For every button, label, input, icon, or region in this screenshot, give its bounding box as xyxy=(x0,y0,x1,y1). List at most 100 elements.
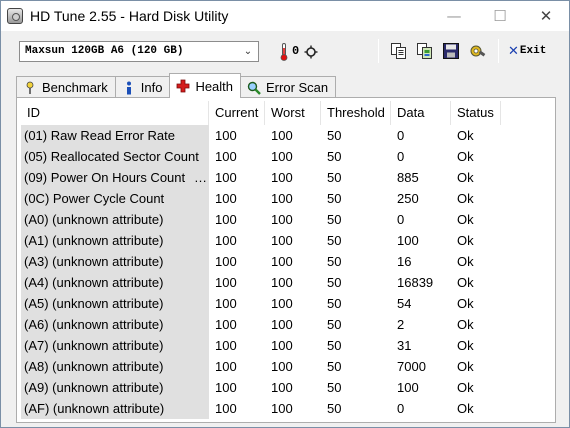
attribute-current: 100 xyxy=(215,254,237,269)
tab-health-label: Health xyxy=(195,78,234,94)
attribute-current: 100 xyxy=(215,380,237,395)
attribute-status: Ok xyxy=(457,317,474,332)
attribute-worst: 100 xyxy=(271,191,293,206)
table-row[interactable]: (05) Reallocated Sector Count 100 100 50… xyxy=(21,146,551,167)
temperature-value: 0 xyxy=(292,44,300,58)
table-row[interactable]: (AF) (unknown attribute) 100 100 50 0 Ok xyxy=(21,398,551,419)
attribute-threshold: 50 xyxy=(327,170,342,185)
attribute-data: 0 xyxy=(397,128,405,143)
attribute-data: 0 xyxy=(397,149,405,164)
attribute-current: 100 xyxy=(215,317,237,332)
attribute-threshold: 50 xyxy=(327,401,342,416)
copy-text-icon[interactable] xyxy=(390,42,408,60)
copy-screenshot-icon[interactable] xyxy=(416,42,434,60)
table-row[interactable]: (A4) (unknown attribute) 100 100 50 1683… xyxy=(21,272,551,293)
tab-health[interactable]: Health xyxy=(169,73,242,98)
exit-label: Exit xyxy=(519,45,547,57)
attribute-status: Ok xyxy=(457,149,474,164)
temperature-unit-icon[interactable] xyxy=(304,45,318,59)
column-header-status[interactable]: Status xyxy=(451,101,501,125)
attribute-data: 2 xyxy=(397,317,405,332)
attribute-data: 885 xyxy=(397,170,419,185)
attribute-status: Ok xyxy=(457,212,474,227)
attribute-threshold: 50 xyxy=(327,128,342,143)
maximize-button[interactable]: ☐ xyxy=(477,1,523,31)
table-row[interactable]: (A6) (unknown attribute) 100 100 50 2 Ok xyxy=(21,314,551,335)
attribute-current: 100 xyxy=(215,275,237,290)
tab-benchmark-label: Benchmark xyxy=(42,80,108,95)
benchmark-icon xyxy=(26,81,34,94)
drive-select-value: Maxsun 120GB A6 (120 GB) xyxy=(25,45,184,57)
attribute-id: (A6) (unknown attribute) xyxy=(21,314,209,335)
tab-error-scan[interactable]: Error Scan xyxy=(240,76,337,98)
attribute-data: 7000 xyxy=(397,359,426,374)
attribute-threshold: 50 xyxy=(327,149,342,164)
attribute-current: 100 xyxy=(215,233,237,248)
drive-select[interactable]: Maxsun 120GB A6 (120 GB) ⌄ xyxy=(19,41,259,62)
attribute-worst: 100 xyxy=(271,254,293,269)
attribute-current: 100 xyxy=(215,338,237,353)
attribute-worst: 100 xyxy=(271,149,293,164)
attribute-id: (A7) (unknown attribute) xyxy=(21,335,209,356)
attribute-data: 0 xyxy=(397,401,405,416)
attribute-data: 100 xyxy=(397,233,419,248)
attribute-data: 0 xyxy=(397,212,405,227)
attribute-worst: 100 xyxy=(271,296,293,311)
attribute-worst: 100 xyxy=(271,170,293,185)
attribute-threshold: 50 xyxy=(327,254,342,269)
column-header-data[interactable]: Data xyxy=(391,101,451,125)
table-row[interactable]: (A5) (unknown attribute) 100 100 50 54 O… xyxy=(21,293,551,314)
close-button[interactable]: ✕ xyxy=(523,1,569,31)
attribute-id: (A4) (unknown attribute) xyxy=(21,272,209,293)
attribute-id: (05) Reallocated Sector Count xyxy=(21,146,209,167)
minimize-button[interactable]: — xyxy=(431,1,477,31)
table-row[interactable]: (A7) (unknown attribute) 100 100 50 31 O… xyxy=(21,335,551,356)
attribute-data: 16839 xyxy=(397,275,434,290)
attribute-status: Ok xyxy=(457,401,474,416)
exit-icon: ✕ xyxy=(508,43,519,59)
table-row[interactable]: (09) Power On Hours Count … 100 100 50 8… xyxy=(21,167,551,188)
attribute-status: Ok xyxy=(457,128,474,143)
tab-info[interactable]: Info xyxy=(114,76,171,98)
toolbar-separator xyxy=(378,39,379,63)
attribute-id: (AF) (unknown attribute) xyxy=(21,398,209,419)
attribute-threshold: 50 xyxy=(327,233,342,248)
health-icon xyxy=(177,79,190,93)
attribute-status: Ok xyxy=(457,170,474,185)
table-row[interactable]: (A9) (unknown attribute) 100 100 50 100 … xyxy=(21,377,551,398)
attribute-current: 100 xyxy=(215,359,237,374)
column-header-worst[interactable]: Worst xyxy=(265,101,321,125)
exit-button[interactable]: ✕ Exit xyxy=(508,43,546,59)
attribute-status: Ok xyxy=(457,296,474,311)
attribute-worst: 100 xyxy=(271,233,293,248)
info-icon xyxy=(126,81,131,94)
options-icon[interactable] xyxy=(468,42,486,60)
thermometer-icon xyxy=(280,43,288,61)
table-row[interactable]: (A0) (unknown attribute) 100 100 50 0 Ok xyxy=(21,209,551,230)
toolbar: Maxsun 120GB A6 (120 GB) ⌄ 0 ✕ Exit xyxy=(1,31,569,71)
attribute-id: (09) Power On Hours Count … xyxy=(21,167,209,188)
attribute-current: 100 xyxy=(215,149,237,164)
attribute-threshold: 50 xyxy=(327,275,342,290)
table-row[interactable]: (A3) (unknown attribute) 100 100 50 16 O… xyxy=(21,251,551,272)
table-row[interactable]: (01) Raw Read Error Rate 100 100 50 0 Ok xyxy=(21,125,551,146)
table-row[interactable]: (0C) Power Cycle Count 100 100 50 250 Ok xyxy=(21,188,551,209)
column-header-threshold[interactable]: Threshold xyxy=(321,101,391,125)
hd-tune-app-icon xyxy=(7,8,23,24)
column-header-current[interactable]: Current xyxy=(209,101,265,125)
tab-benchmark[interactable]: Benchmark xyxy=(16,76,116,98)
attribute-status: Ok xyxy=(457,359,474,374)
attribute-worst: 100 xyxy=(271,275,293,290)
save-icon[interactable] xyxy=(442,42,460,60)
chevron-down-icon: ⌄ xyxy=(243,46,253,57)
error-scan-icon xyxy=(247,81,261,95)
column-header-id[interactable]: ID xyxy=(21,101,209,125)
attribute-threshold: 50 xyxy=(327,380,342,395)
table-row[interactable]: (A1) (unknown attribute) 100 100 50 100 … xyxy=(21,230,551,251)
attribute-id: (A3) (unknown attribute) xyxy=(21,251,209,272)
attribute-data: 31 xyxy=(397,338,412,353)
attribute-data: 16 xyxy=(397,254,412,269)
table-row[interactable]: (A8) (unknown attribute) 100 100 50 7000… xyxy=(21,356,551,377)
toolbar-separator xyxy=(498,39,499,63)
attribute-threshold: 50 xyxy=(327,338,342,353)
